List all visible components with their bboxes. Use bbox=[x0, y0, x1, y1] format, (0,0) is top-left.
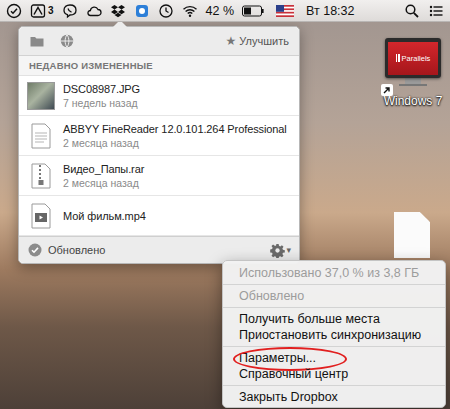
archive-file-icon bbox=[27, 162, 55, 190]
wifi-icon[interactable] bbox=[182, 3, 198, 19]
adobe-icon[interactable] bbox=[30, 3, 46, 19]
globe-icon[interactable] bbox=[59, 33, 75, 49]
time-machine-icon[interactable] bbox=[158, 3, 174, 19]
gear-icon[interactable] bbox=[269, 242, 285, 258]
popup-footer: Обновлено ▾ bbox=[19, 236, 299, 263]
section-header: НЕДАВНО ИЗМЕНЕННЫЕ bbox=[19, 56, 299, 76]
menu-item[interactable]: Справочный центр bbox=[223, 366, 445, 382]
menu-separator bbox=[223, 284, 445, 285]
upgrade-button[interactable]: ★Улучшить bbox=[226, 34, 289, 48]
file-row[interactable]: ABBYY FineReader 12.0.101.264 Profession… bbox=[19, 116, 299, 156]
app-icon[interactable] bbox=[134, 3, 150, 19]
menu-bar: 3 42 % Вт 18:32 bbox=[0, 0, 450, 22]
dropbox-context-menu: Использовано 37,0 % из 3,8 ГБ Обновлено По… bbox=[222, 260, 446, 408]
monitor-icon: Parallels bbox=[385, 38, 441, 78]
search-icon[interactable] bbox=[404, 3, 420, 19]
clock[interactable]: Вт 18:32 bbox=[306, 4, 354, 18]
menu-item: Использовано 37,0 % из 3,8 ГБ bbox=[223, 265, 445, 281]
battery-percent[interactable]: 42 % bbox=[206, 4, 235, 18]
sync-status: Обновлено bbox=[48, 244, 105, 256]
menu-item[interactable]: Получить больше места bbox=[223, 311, 445, 327]
menu-separator bbox=[223, 385, 445, 386]
folder-icon[interactable] bbox=[29, 33, 45, 49]
recent-files-list: DSC08987.JPG7 недель назадABBYY FineRead… bbox=[19, 76, 299, 236]
file-row[interactable]: DSC08987.JPG7 недель назад bbox=[19, 76, 299, 116]
menu-item[interactable]: Параметры... bbox=[223, 350, 445, 366]
dropbox-icon[interactable] bbox=[110, 3, 126, 19]
icon-label: Windows 7 bbox=[381, 94, 446, 108]
menu-separator bbox=[223, 307, 445, 308]
notification-badge: 3 bbox=[48, 5, 54, 16]
cloud-icon[interactable] bbox=[86, 3, 102, 19]
desktop-app-icon[interactable]: Parallels Windows 7 bbox=[378, 38, 448, 108]
battery-icon[interactable] bbox=[242, 3, 264, 19]
menu-separator bbox=[223, 346, 445, 347]
parallels-logo: Parallels bbox=[388, 42, 438, 75]
desktop-document-icon[interactable] bbox=[390, 212, 434, 258]
us-flag-icon[interactable] bbox=[276, 3, 294, 19]
check-circle-icon[interactable] bbox=[6, 3, 22, 19]
file-row[interactable]: Мой фильм.mp4 bbox=[19, 196, 299, 236]
notifications-icon[interactable] bbox=[428, 3, 444, 19]
synced-check-icon bbox=[27, 242, 43, 258]
settings-button[interactable]: ▾ bbox=[269, 242, 291, 258]
alias-arrow-icon bbox=[381, 82, 393, 94]
document-file-icon bbox=[27, 122, 55, 150]
menu-item[interactable]: Закрыть Dropbox bbox=[223, 389, 445, 405]
photo-thumbnail bbox=[27, 82, 55, 110]
video-file-icon bbox=[27, 202, 55, 230]
viber-icon[interactable] bbox=[62, 3, 78, 19]
menu-item[interactable]: Приостановить синхронизацию bbox=[223, 327, 445, 343]
file-row[interactable]: Видео_Папы.rar2 месяца назад bbox=[19, 156, 299, 196]
menu-item: Обновлено bbox=[223, 288, 445, 304]
popup-toolbar: ★Улучшить bbox=[19, 27, 299, 56]
dropbox-popup: ★Улучшить НЕДАВНО ИЗМЕНЕННЫЕDSC08987.JPG7… bbox=[18, 26, 300, 264]
